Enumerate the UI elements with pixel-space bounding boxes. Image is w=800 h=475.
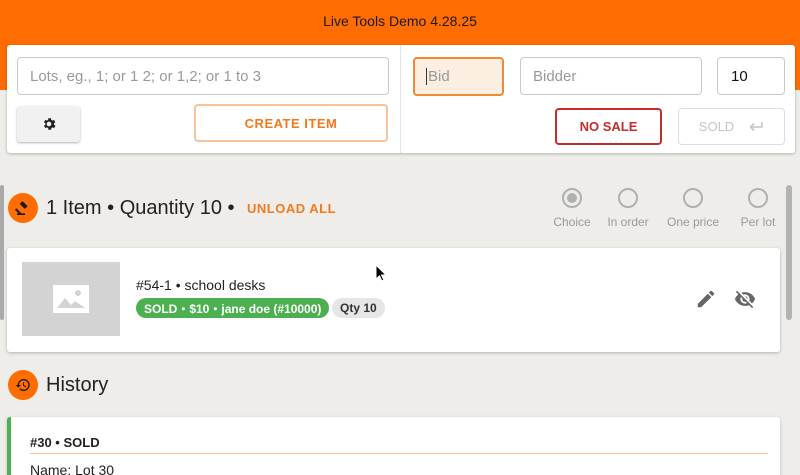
mouse-cursor-icon <box>375 264 387 282</box>
unload-all-button[interactable]: UNLOAD ALL <box>247 201 336 216</box>
history-entry[interactable]: #30 • SOLD Name: Lot 30 <box>7 417 780 475</box>
history-entry-header: #30 • SOLD <box>30 435 100 450</box>
bid-input-placeholder: Bid <box>428 68 450 85</box>
bidder-input[interactable]: Bidder <box>520 57 702 95</box>
bidder-input-placeholder: Bidder <box>533 67 577 85</box>
no-sale-button[interactable]: NO SALE <box>555 108 662 145</box>
history-entry-name: Name: Lot 30 <box>30 462 115 475</box>
history-icon <box>8 370 38 400</box>
lots-input-placeholder: Lots, eg., 1; or 1 2; or 1,2; or 1 to 3 <box>30 67 261 85</box>
radio-choice[interactable]: Choice <box>542 188 602 229</box>
image-placeholder-icon <box>53 285 89 313</box>
text-caret <box>426 68 427 85</box>
sold-button-label: SOLD <box>698 119 735 134</box>
radio-label: One price <box>666 215 720 229</box>
app-title: Live Tools Demo 4.28.25 <box>323 13 477 29</box>
entry-panel: Lots, eg., 1; or 1 2; or 1,2; or 1 to 3 … <box>7 45 795 153</box>
quantity-chip: Qty 10 <box>332 298 385 318</box>
radio-in-order[interactable]: In order <box>598 188 658 229</box>
create-item-button[interactable]: CREATE ITEM <box>194 104 388 142</box>
eye-off-icon[interactable] <box>733 288 757 310</box>
radio-ring <box>748 188 768 208</box>
sold-status-chip: SOLD・$10・jane doe (#10000) <box>136 298 330 318</box>
item-card[interactable]: #54-1 • school desks SOLD・$10・jane doe (… <box>7 248 780 352</box>
radio-ring <box>683 188 703 208</box>
history-divider <box>30 453 768 454</box>
sold-button[interactable]: SOLD <box>678 108 785 145</box>
history-title: History <box>46 374 109 396</box>
radio-label: In order <box>607 215 649 229</box>
radio-label: Choice <box>553 215 591 229</box>
panel-divider <box>400 45 401 153</box>
radio-one-price[interactable]: One price <box>663 188 723 229</box>
lots-input[interactable]: Lots, eg., 1; or 1 2; or 1,2; or 1 to 3 <box>17 57 389 95</box>
gear-icon <box>43 118 55 130</box>
radio-ring <box>618 188 638 208</box>
return-arrow-icon <box>749 121 764 131</box>
radio-selected-dot <box>567 193 577 203</box>
pencil-icon[interactable] <box>695 288 717 310</box>
left-scrollbar[interactable] <box>0 185 4 320</box>
item-thumbnail <box>22 262 120 336</box>
gavel-icon <box>8 193 38 223</box>
quantity-input[interactable]: 10 <box>717 57 785 95</box>
item-title: #54-1 • school desks <box>136 277 266 293</box>
radio-ring <box>562 188 582 208</box>
bid-input[interactable]: Bid <box>413 57 504 96</box>
radio-per-lot[interactable]: Per lot <box>728 188 788 229</box>
settings-button[interactable] <box>17 106 80 142</box>
radio-label: Per lot <box>740 215 776 229</box>
quantity-value: 10 <box>731 67 748 85</box>
item-summary: 1 Item • Quantity 10 • <box>46 197 235 219</box>
